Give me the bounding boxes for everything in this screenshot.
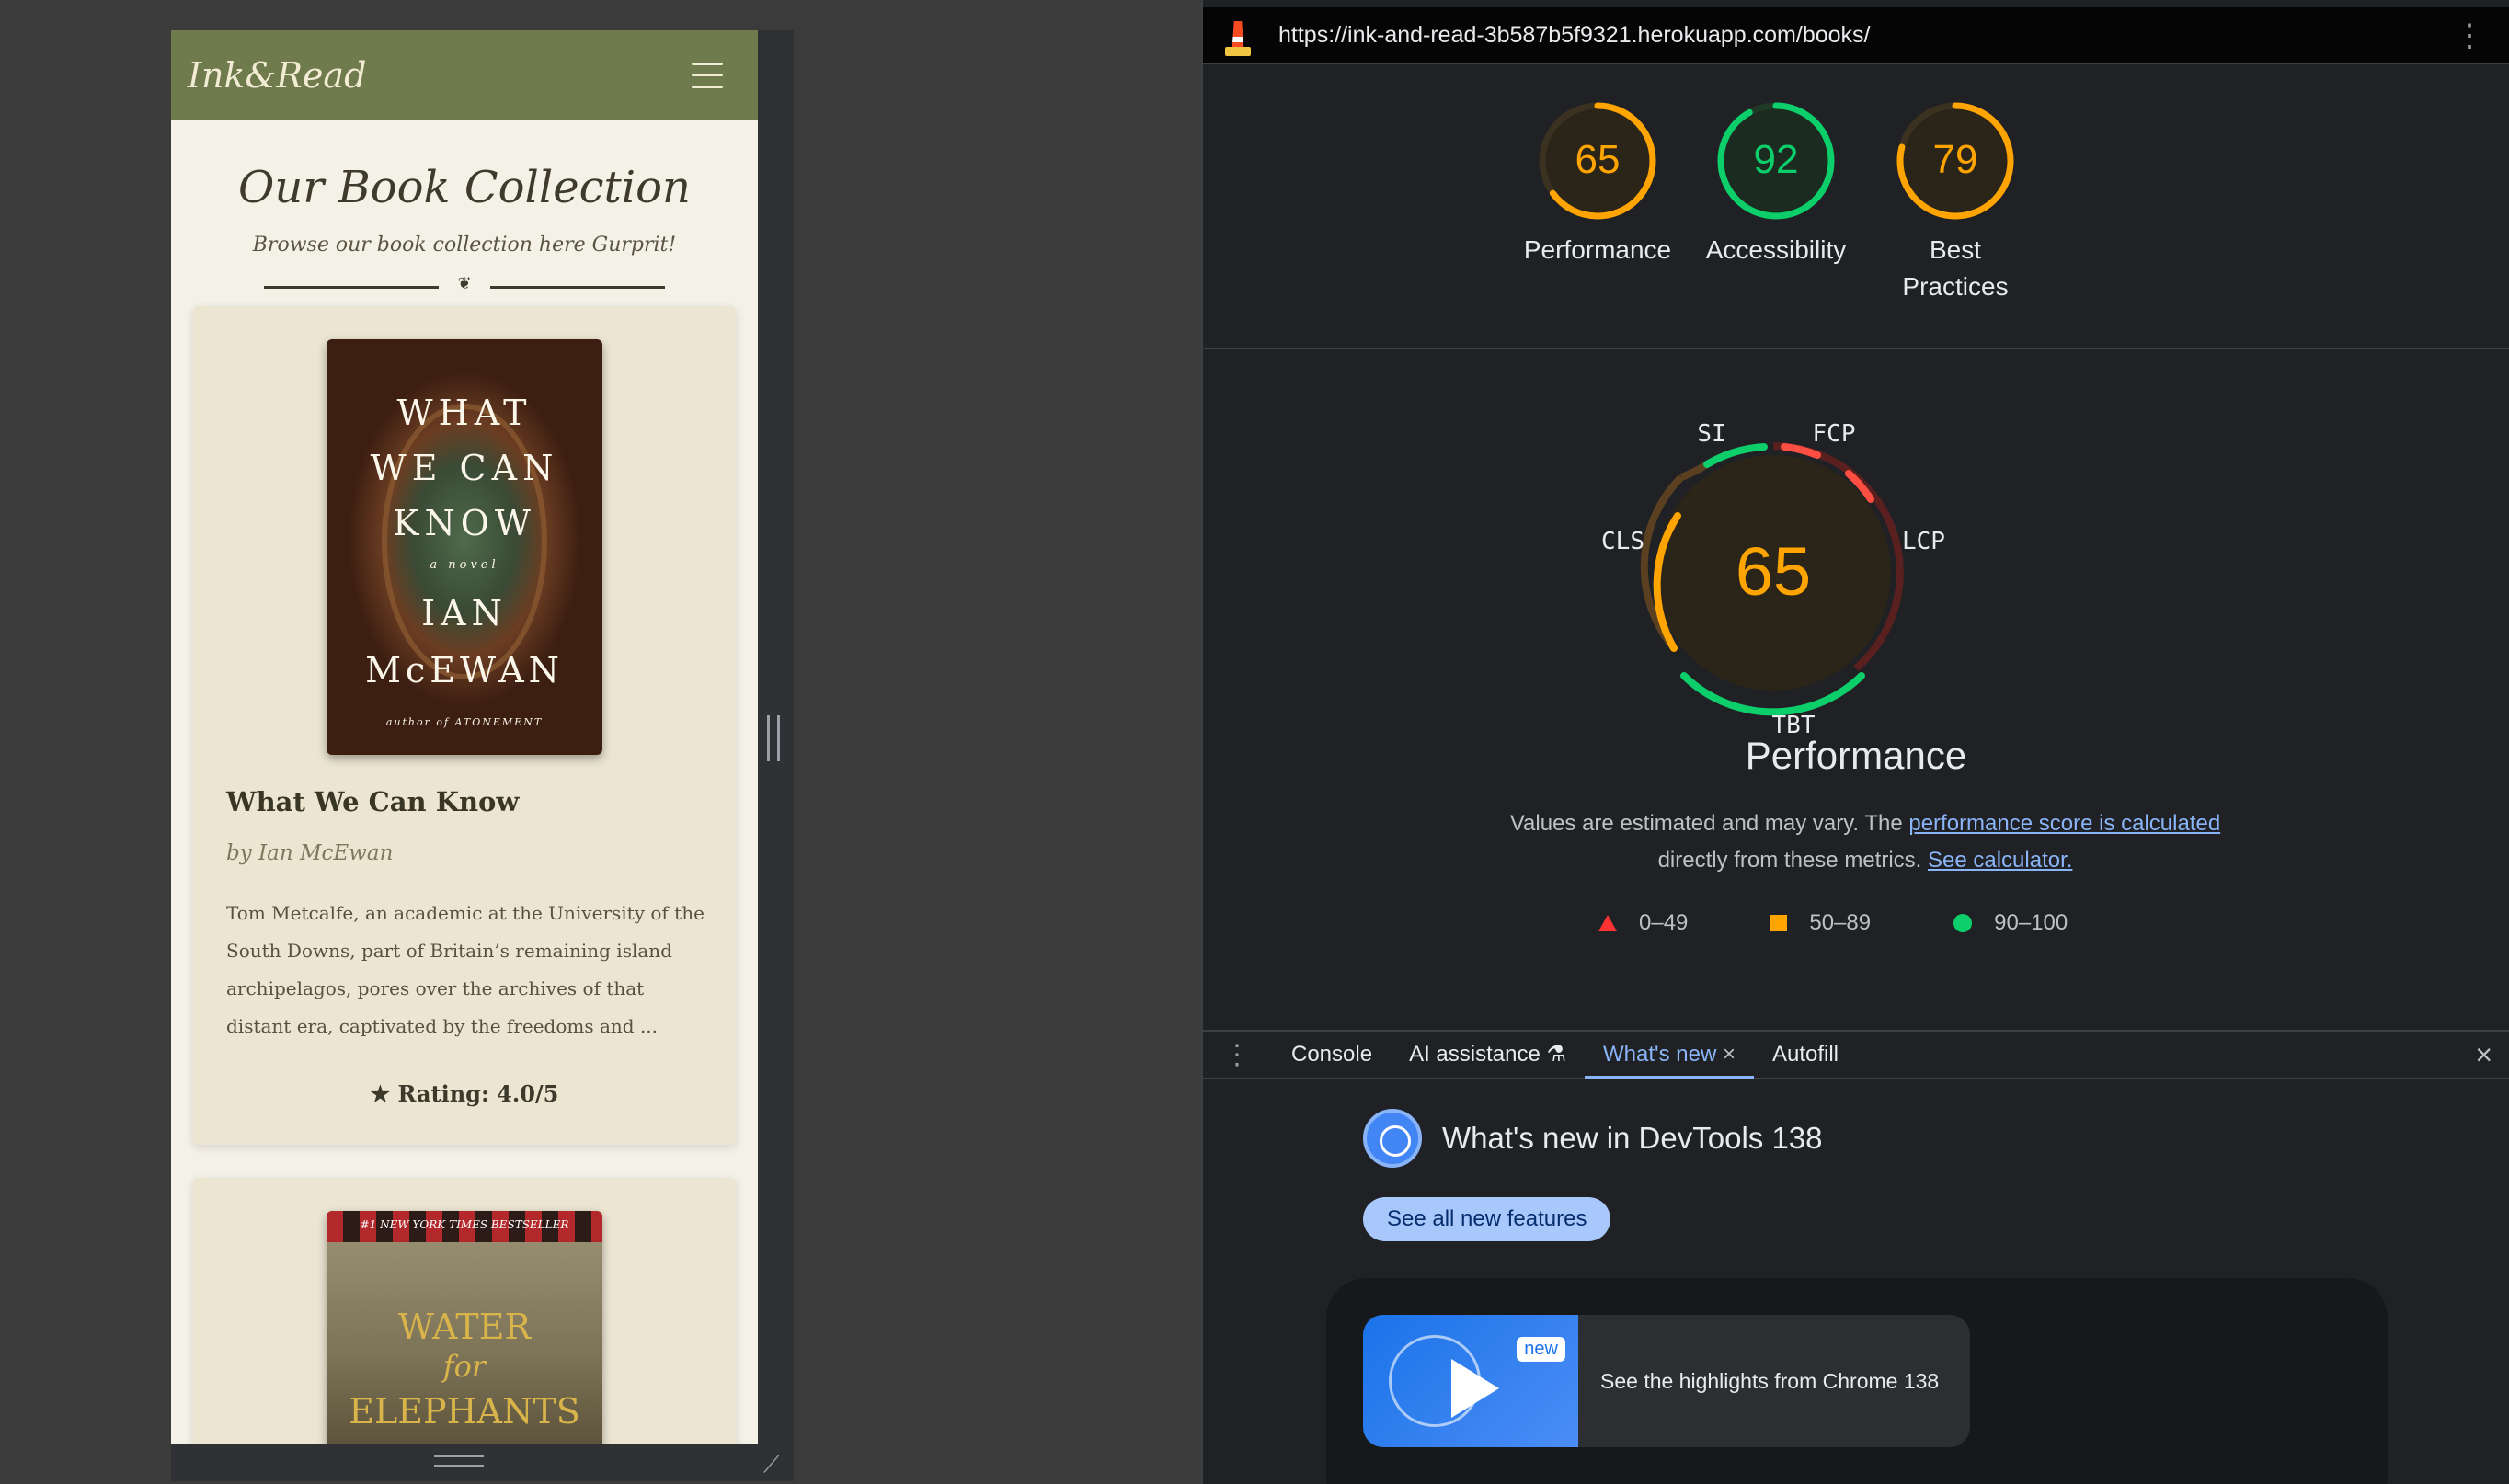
close-tab-icon[interactable]: ×: [1723, 1042, 1736, 1067]
play-icon[interactable]: [1451, 1359, 1499, 1418]
book-card[interactable]: WHAT WE CAN KNOW a novel IAN McEWAN auth…: [193, 306, 736, 1145]
score-gauge-performance[interactable]: 65 Performance: [1519, 99, 1676, 268]
cover-text: #1 NEW YORK TIMES BESTSELLER: [360, 1218, 569, 1231]
cover-text: IAN: [421, 593, 508, 634]
cover-text: a novel: [430, 558, 499, 572]
notice-text: directly from these metrics.: [1657, 848, 1928, 873]
book-card[interactable]: #1 NEW YORK TIMES BESTSELLER WATER for E…: [193, 1178, 736, 1444]
brand-logo[interactable]: Ink&Read: [188, 55, 366, 96]
performance-metrics-gauge[interactable]: 65 SI FCP LCP CLS TBT: [1589, 418, 1957, 786]
video-title[interactable]: See the highlights from Chrome 138: [1600, 1369, 1939, 1394]
resize-side-handle[interactable]: [767, 715, 780, 761]
cover-text: ELEPHANTS: [349, 1391, 580, 1432]
more-options-icon[interactable]: ⋮: [2454, 20, 2485, 51]
video-thumbnail[interactable]: new: [1363, 1315, 1578, 1447]
gauge-label: Best Practices: [1902, 235, 2009, 301]
tab-console[interactable]: Console: [1273, 1031, 1391, 1079]
gauge-label: Accessibility: [1705, 235, 1847, 264]
see-calculator-link[interactable]: See calculator.: [1928, 848, 2072, 873]
book-cover[interactable]: WHAT WE CAN KNOW a novel IAN McEWAN auth…: [327, 339, 602, 755]
tab-whats-new[interactable]: What's new ×: [1584, 1031, 1754, 1079]
device-emulation-frame: Ink&Read Our Book Collection Browse our …: [171, 30, 794, 1481]
book-title[interactable]: What We Can Know: [226, 786, 519, 817]
legend-pass: 90–100: [1994, 910, 2068, 935]
book-author: by Ian McEwan: [226, 841, 394, 865]
report-url[interactable]: https://ink-and-read-3b587b5f9321.heroku…: [1278, 22, 1870, 49]
ornament-divider: ❦: [264, 274, 665, 297]
pass-circle-icon: [1953, 914, 1973, 932]
hamburger-menu-icon[interactable]: [692, 62, 723, 88]
tab-label: AI assistance: [1409, 1042, 1541, 1067]
legend-average: 50–89: [1809, 910, 1872, 935]
whats-new-header: What's new in DevTools 138: [1363, 1109, 1823, 1168]
metric-label-cls[interactable]: CLS: [1601, 528, 1644, 555]
new-badge: new: [1517, 1337, 1565, 1362]
section-divider: [1203, 348, 2509, 349]
cover-text: WHAT: [396, 393, 533, 433]
metric-label-fcp[interactable]: FCP: [1813, 420, 1856, 448]
cover-text: WATER: [397, 1307, 532, 1347]
resize-corner-icon[interactable]: ⟋: [763, 1450, 780, 1479]
cover-text: author of ATONEMENT: [385, 716, 544, 728]
cover-text: WE CAN: [370, 448, 559, 488]
gauge-score: 92: [1754, 137, 1799, 182]
gauge-score: 79: [1933, 137, 1978, 182]
page-title: Our Book Collection: [238, 162, 691, 213]
average-square-icon: [1770, 915, 1788, 931]
drawer-tab-bar: ⋮ Console AI assistance ⚗ What's new × A…: [1203, 1030, 2509, 1079]
legend-fail: 0–49: [1639, 910, 1689, 935]
whats-new-title: What's new in DevTools 138: [1442, 1121, 1823, 1155]
book-cover[interactable]: #1 NEW YORK TIMES BESTSELLER WATER for E…: [327, 1211, 602, 1444]
highlights-video-card[interactable]: new See the highlights from Chrome 138: [1363, 1315, 1970, 1447]
cover-text: for: [442, 1349, 487, 1384]
chrome-devtools-logo-icon: [1363, 1109, 1422, 1168]
metric-label-lcp[interactable]: LCP: [1902, 528, 1945, 555]
estimate-notice: Values are estimated and may vary. The p…: [1497, 805, 2233, 879]
book-description: Tom Metcalfe, an academic at the Univers…: [226, 902, 705, 1037]
devtools-panel: https://ink-and-read-3b587b5f9321.heroku…: [1201, 0, 2509, 1484]
flask-icon: ⚗: [1546, 1042, 1566, 1067]
lighthouse-icon: [1221, 16, 1254, 56]
see-all-features-button[interactable]: See all new features: [1363, 1197, 1611, 1241]
tab-ai-assistance[interactable]: AI assistance ⚗: [1391, 1031, 1585, 1079]
gauge-score: 65: [1575, 137, 1621, 182]
gauge-ring: 92: [1717, 102, 1835, 220]
page-viewport: Ink&Read Our Book Collection Browse our …: [171, 30, 758, 1444]
gauge-label: Performance: [1523, 235, 1672, 264]
drawer-menu-icon[interactable]: ⋮: [1223, 1039, 1251, 1071]
fail-triangle-icon: [1598, 915, 1617, 931]
tab-autofill[interactable]: Autofill: [1754, 1031, 1857, 1079]
page-subtitle: Browse our book collection here Gurprit!: [252, 234, 677, 257]
book-rating: ★ Rating: 4.0/5: [370, 1080, 559, 1107]
navbar: Ink&Read: [171, 30, 758, 120]
fcp-arc: [1781, 443, 1821, 459]
metric-label-si[interactable]: SI: [1697, 420, 1725, 448]
gauge-ring: 79: [1896, 102, 2014, 220]
score-calculated-link[interactable]: performance score is calculated: [1908, 811, 2220, 836]
cover-text: KNOW: [393, 503, 536, 543]
score-legend: 0–49 50–89 90–100: [1598, 910, 2150, 936]
cover-text: McEWAN: [365, 650, 564, 691]
notice-text: Values are estimated and may vary. The: [1509, 811, 1909, 836]
performance-title: Performance: [1745, 734, 1967, 777]
ornament-icon: ❦: [457, 274, 472, 292]
close-drawer-icon[interactable]: ×: [2475, 1038, 2492, 1072]
report-url-bar: https://ink-and-read-3b587b5f9321.heroku…: [1203, 7, 2509, 64]
tab-label: What's new: [1602, 1042, 1717, 1067]
score-gauge-accessibility[interactable]: 92 Accessibility: [1698, 99, 1854, 268]
big-score: 65: [1736, 533, 1811, 610]
score-gauge-best-practices[interactable]: 79 Best Practices: [1877, 99, 2034, 305]
gauge-ring: 65: [1539, 102, 1656, 220]
resize-bottom-handle[interactable]: [434, 1455, 484, 1467]
